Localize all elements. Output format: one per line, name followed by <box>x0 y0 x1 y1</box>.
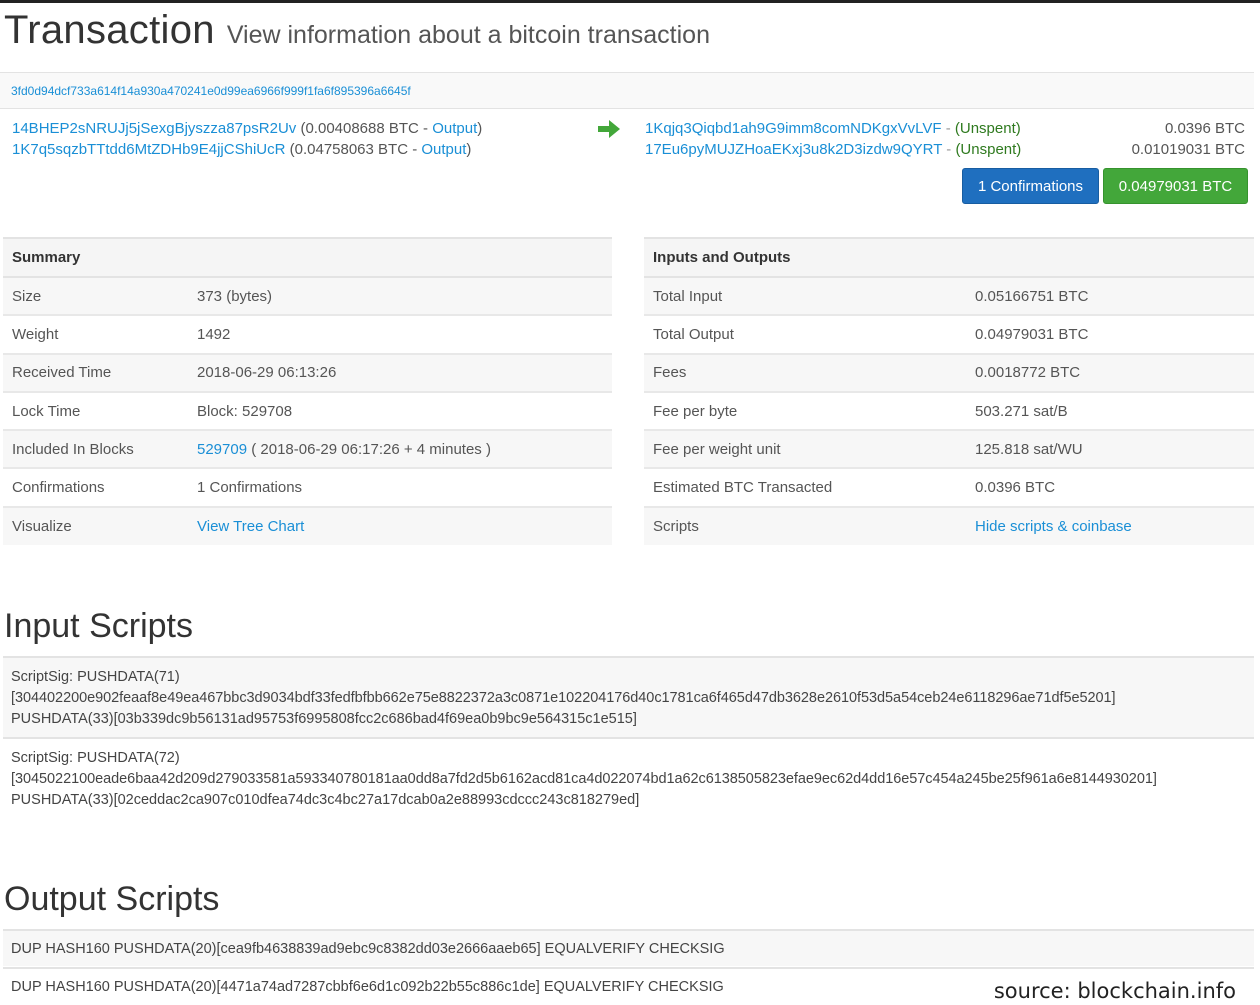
table-row: Size 373 (bytes) <box>3 277 612 317</box>
input-suffix: ) <box>477 120 483 137</box>
confirmations-button[interactable]: 1 Confirmations <box>962 168 1099 204</box>
row-value: 0.0396 BTC <box>966 468 1254 508</box>
input-list: 14BHEP2sNRUJj5jSexgBjyszza87psR2Uv (0.00… <box>12 118 482 160</box>
script-sig-data: [304402200e902feaaf8e49ea467bbc3d9034bdf… <box>11 690 1116 706</box>
script-sig-label: ScriptSig: PUSHDATA(71) <box>11 669 180 685</box>
row-value: 2018-06-29 06:13:26 <box>188 353 612 393</box>
row-label: Received Time <box>3 353 188 393</box>
output-amount: 0.0396 BTC <box>1164 120 1245 137</box>
tx-hash-link[interactable]: 3fd0d94dcf733a614f14a930a470241e0d99ea69… <box>11 84 411 98</box>
row-value: Block: 529708 <box>188 391 612 432</box>
table-row: Fees 0.0018772 BTC <box>644 353 1254 393</box>
output-address-link[interactable]: 17Eu6pyMUJZHoaEKxj3u8k2D3izdw9QYRT <box>645 141 942 158</box>
table-row: Total Output 0.04979031 BTC <box>644 315 1254 355</box>
input-address-link[interactable]: 14BHEP2sNRUJj5jSexgBjyszza87psR2Uv <box>12 120 296 137</box>
row-label: Total Input <box>644 277 966 317</box>
input-output-link[interactable]: Output <box>421 141 466 158</box>
input-output-link[interactable]: Output <box>432 120 477 137</box>
tx-hash-bar: 3fd0d94dcf733a614f14a930a470241e0d99ea69… <box>0 72 1254 109</box>
script-sig-data: [3045022100eade6baa42d209d279033581a5933… <box>11 771 1157 787</box>
row-label: Fees <box>644 353 966 393</box>
row-label: Confirmations <box>3 468 188 508</box>
row-label: Weight <box>3 315 188 355</box>
table-row: Visualize View Tree Chart <box>3 506 612 546</box>
page-title: Transaction <box>4 8 215 52</box>
block-time: ( 2018-06-29 06:17:26 + 4 minutes ) <box>247 440 491 458</box>
row-label: Fee per weight unit <box>644 430 966 470</box>
output-script-item: DUP HASH160 PUSHDATA(20)[cea9fb4638839ad… <box>3 929 1254 966</box>
row-value: View Tree Chart <box>188 506 612 546</box>
table-row: Included In Blocks 529709 ( 2018-06-29 06… <box>3 430 612 470</box>
row-label: Lock Time <box>3 391 188 432</box>
output-item: 17Eu6pyMUJZHoaEKxj3u8k2D3izdw9QYRT - (Un… <box>645 139 1245 160</box>
page-header: Transaction View information about a bit… <box>4 8 710 60</box>
input-item: 14BHEP2sNRUJj5jSexgBjyszza87psR2Uv (0.00… <box>12 118 482 139</box>
row-value: 0.0018772 BTC <box>966 353 1254 393</box>
script-sig-label: ScriptSig: PUSHDATA(72) <box>11 750 180 766</box>
output-list: 1Kqjq3Qiqbd1ah9G9imm8comNDKgxVvLVF - (Un… <box>645 118 1245 160</box>
output-item: 1Kqjq3Qiqbd1ah9G9imm8comNDKgxVvLVF - (Un… <box>645 118 1245 139</box>
table-row: Lock Time Block: 529708 <box>3 391 612 432</box>
input-script-item: ScriptSig: PUSHDATA(72) [3045022100eade6… <box>3 737 1254 820</box>
summary-table: Summary Size 373 (bytes) Weight 1492 Recei… <box>3 237 612 546</box>
output-separator: - <box>942 141 956 158</box>
table-row: Received Time 2018-06-29 06:13:26 <box>3 353 612 393</box>
input-suffix: ) <box>466 141 472 158</box>
top-border <box>0 0 1260 3</box>
view-tree-chart-link[interactable]: View Tree Chart <box>197 518 304 535</box>
row-label: Total Output <box>644 315 966 355</box>
hide-scripts-link[interactable]: Hide scripts & coinbase <box>975 518 1132 535</box>
inputs-outputs-table: Inputs and Outputs Total Input 0.05166751… <box>644 237 1254 546</box>
table-row: Fee per weight unit 125.818 sat/WU <box>644 430 1254 470</box>
row-value: 503.271 sat/B <box>966 391 1254 432</box>
row-value: Hide scripts & coinbase <box>966 506 1254 546</box>
input-item: 1K7q5sqzbTTtdd6MtZDHb9E4jjCShiUcR (0.047… <box>12 139 482 160</box>
row-value: 1492 <box>188 315 612 355</box>
transaction-io: 14BHEP2sNRUJj5jSexgBjyszza87psR2Uv (0.00… <box>0 109 1254 219</box>
row-label: Visualize <box>3 506 188 546</box>
table-row: Weight 1492 <box>3 315 612 355</box>
output-address-link[interactable]: 1Kqjq3Qiqbd1ah9G9imm8comNDKgxVvLVF <box>645 120 942 137</box>
output-amount: 0.01019031 BTC <box>1131 141 1245 158</box>
input-amount: (0.00408688 BTC - <box>300 120 433 137</box>
script-pushdata: PUSHDATA(33)[02ceddac2ca907c010dfea74dc3… <box>11 792 640 808</box>
row-label: Estimated BTC Transacted <box>644 468 966 508</box>
row-value: 0.05166751 BTC <box>966 277 1254 317</box>
row-label: Included In Blocks <box>3 430 188 470</box>
output-status: (Unspent) <box>954 120 1021 137</box>
script-pushdata: PUSHDATA(33)[03b339dc9b56131ad95753f6995… <box>11 711 637 727</box>
source-caption: source: blockchain.info <box>993 979 1236 1003</box>
block-link[interactable]: 529709 <box>197 441 247 458</box>
output-scripts-heading: Output Scripts <box>4 880 220 918</box>
row-value: 0.04979031 BTC <box>966 315 1254 355</box>
table-row: Confirmations 1 Confirmations <box>3 468 612 508</box>
row-label: Scripts <box>644 506 966 546</box>
table-row: Fee per byte 503.271 sat/B <box>644 391 1254 432</box>
table-row: Total Input 0.05166751 BTC <box>644 277 1254 317</box>
input-scripts-heading: Input Scripts <box>4 607 193 645</box>
total-amount-button[interactable]: 0.04979031 BTC <box>1103 168 1248 204</box>
io-heading: Inputs and Outputs <box>644 237 1254 278</box>
row-value: 1 Confirmations <box>188 468 612 508</box>
output-status: (Unspent) <box>955 141 1022 158</box>
table-row: Scripts Hide scripts & coinbase <box>644 506 1254 546</box>
page-subtitle: View information about a bitcoin transac… <box>226 21 710 49</box>
table-row: Estimated BTC Transacted 0.0396 BTC <box>644 468 1254 508</box>
arrow-right-icon <box>598 120 620 138</box>
row-value: 529709 ( 2018-06-29 06:17:26 + 4 minutes… <box>188 430 612 470</box>
row-label: Fee per byte <box>644 391 966 432</box>
input-script-item: ScriptSig: PUSHDATA(71) [304402200e902fe… <box>3 656 1254 737</box>
row-value: 125.818 sat/WU <box>966 430 1254 470</box>
input-address-link[interactable]: 1K7q5sqzbTTtdd6MtZDHb9E4jjCShiUcR <box>12 141 285 158</box>
row-label: Size <box>3 277 188 317</box>
output-separator: - <box>941 120 955 137</box>
summary-heading: Summary <box>3 237 612 278</box>
row-value: 373 (bytes) <box>188 277 612 317</box>
tx-badges: 1 Confirmations 0.04979031 BTC <box>962 168 1248 204</box>
input-amount: (0.04758063 BTC - <box>289 141 422 158</box>
